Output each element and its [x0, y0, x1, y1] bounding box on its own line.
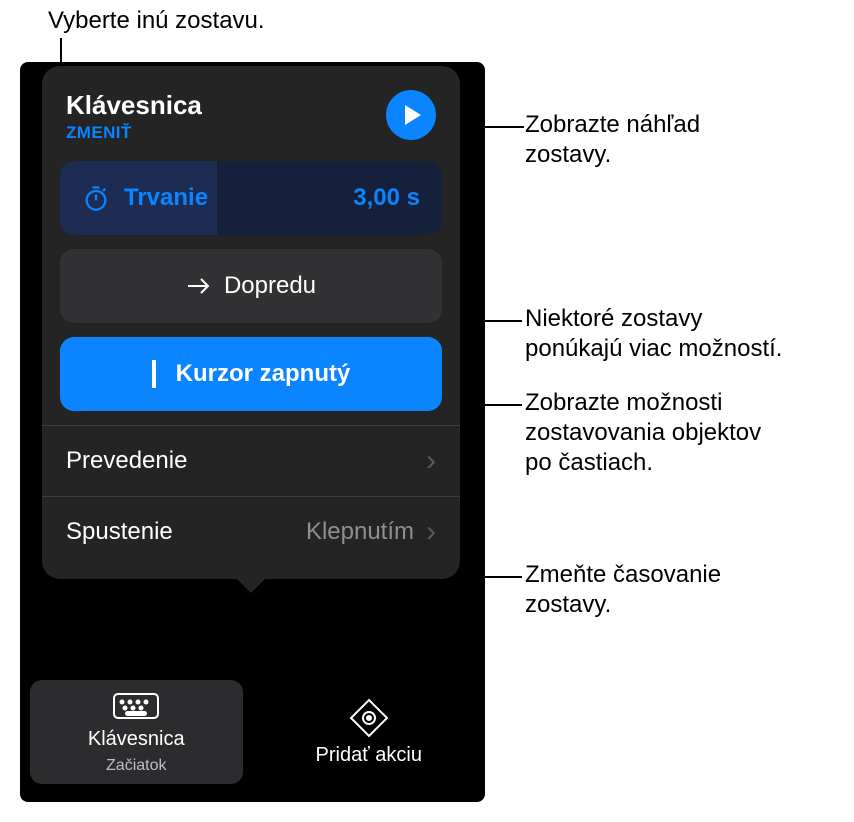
direction-label: Dopredu	[224, 272, 316, 300]
tab-label: Klávesnica	[88, 728, 185, 751]
start-row[interactable]: Spustenie Klepnutím ›	[42, 496, 460, 567]
preview-button[interactable]	[386, 90, 436, 140]
callout-preview: Zobrazte náhľad zostavy.	[525, 110, 700, 170]
add-action-button[interactable]: Pridať akciu	[263, 680, 476, 784]
popover-title: Klávesnica	[66, 90, 202, 121]
build-tab-keyboard[interactable]: Klávesnica Začiatok	[30, 680, 243, 784]
duration-slider[interactable]: Trvanie 3,00 s	[60, 161, 442, 235]
duration-value: 3,00 s	[353, 184, 420, 212]
build-popover: Klávesnica ZMENIŤ Trvanie 3,00 s	[42, 66, 460, 579]
cursor-option-button[interactable]: Kurzor zapnutý	[60, 337, 442, 411]
callout-timing: Zmeňte časovanie zostavy.	[525, 560, 721, 620]
callout-select-build: Vyberte inú zostavu.	[48, 6, 265, 36]
delivery-label: Prevedenie	[66, 447, 187, 475]
direction-button[interactable]: Dopredu	[60, 249, 442, 323]
start-label: Spustenie	[66, 518, 173, 546]
build-order-tabs: Klávesnica Začiatok Pridať akciu	[20, 662, 485, 802]
arrow-right-icon	[186, 277, 210, 295]
add-action-icon	[349, 698, 389, 738]
start-value: Klepnutím	[306, 518, 414, 546]
cursor-option-label: Kurzor zapnutý	[176, 360, 351, 388]
keyboard-icon	[112, 690, 160, 722]
timer-icon	[82, 184, 110, 212]
callout-build-parts: Zobrazte možnosti zostavovania objektov …	[525, 388, 761, 478]
play-icon	[404, 104, 422, 126]
chevron-right-icon: ›	[426, 517, 436, 547]
device-panel: Klávesnica ZMENIŤ Trvanie 3,00 s	[20, 62, 485, 802]
tab-subtitle: Začiatok	[106, 757, 166, 775]
popover-header: Klávesnica ZMENIŤ	[42, 82, 460, 161]
delivery-row[interactable]: Prevedenie ›	[42, 425, 460, 496]
change-button[interactable]: ZMENIŤ	[66, 123, 202, 143]
chevron-right-icon: ›	[426, 446, 436, 476]
callout-more-options: Niektoré zostavy ponúkajú viac možností.	[525, 304, 782, 364]
duration-label: Trvanie	[124, 184, 208, 212]
add-action-label: Pridať akciu	[316, 744, 422, 767]
cursor-icon	[152, 360, 156, 388]
